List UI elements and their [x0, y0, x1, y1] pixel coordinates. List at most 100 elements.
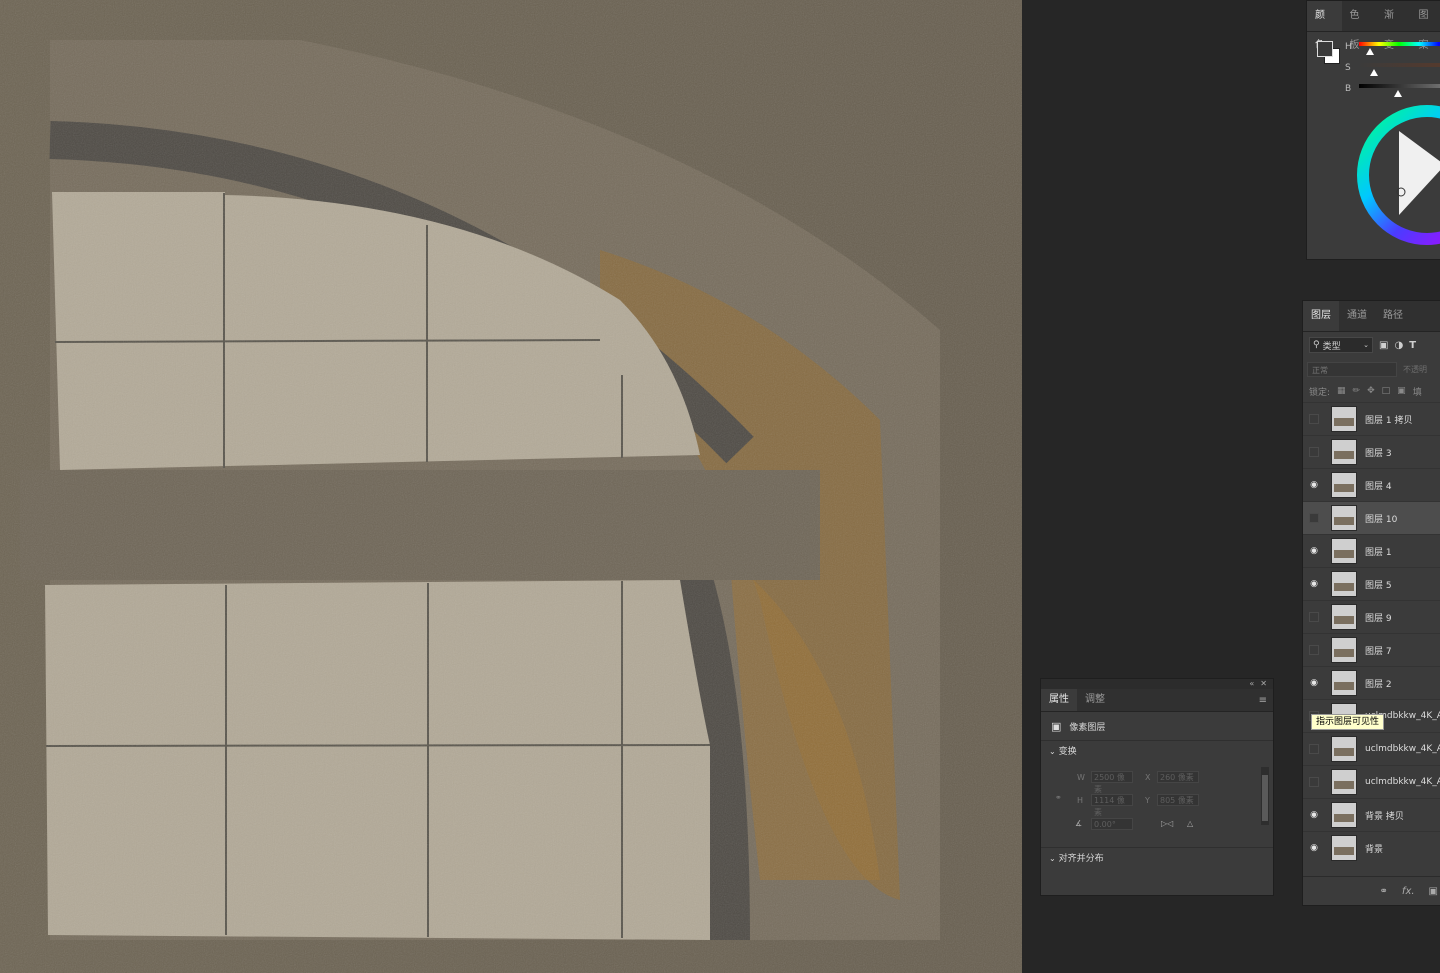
layers-panel: 图层 通道 路径 ⚲ 类型 ⌄ ▣ ◑ T 正常 不透明 锁定: ▦ ✏ ✥ □… [1302, 300, 1440, 906]
visibility-toggle[interactable] [1303, 436, 1325, 469]
scrollbar[interactable] [1261, 767, 1269, 825]
eye-icon[interactable]: ◉ [1303, 832, 1325, 865]
layer-thumbnail [1331, 406, 1357, 432]
hue-slider-thumb[interactable] [1366, 48, 1374, 55]
layer-thumbnail [1331, 472, 1357, 498]
visibility-toggle[interactable] [1303, 634, 1325, 667]
eye-icon[interactable]: ◉ [1303, 799, 1325, 832]
mask-icon[interactable]: ▣ [1429, 886, 1438, 897]
y-field[interactable]: 805 像素 [1157, 794, 1199, 806]
layer-name: 图层 5 [1365, 580, 1392, 591]
visibility-toggle[interactable] [1303, 601, 1325, 634]
flip-vertical-icon[interactable]: △ [1187, 819, 1193, 828]
lock-transparent-icon[interactable]: ▦ [1337, 386, 1346, 396]
x-label: X [1145, 773, 1151, 782]
width-field[interactable]: 2500 像素 [1091, 771, 1133, 794]
layer-name: 背景 [1365, 844, 1384, 855]
texture-artwork [0, 0, 1022, 973]
layer-type-label: 像素图层 [1069, 722, 1106, 733]
visibility-toggle[interactable] [1303, 733, 1325, 766]
layer-row[interactable]: 图层 1 拷贝 [1303, 402, 1440, 435]
layer-row[interactable]: 图层 7 [1303, 633, 1440, 666]
foreground-color-swatch[interactable] [1317, 41, 1333, 57]
layer-name: 图层 4 [1365, 481, 1392, 492]
layer-row[interactable]: ◉ 图层 5 [1303, 567, 1440, 600]
tab-color[interactable]: 颜色 [1307, 1, 1342, 51]
layer-thumbnail [1331, 538, 1357, 564]
panel-menu-icon[interactable]: ≡ [1259, 695, 1267, 706]
layer-row[interactable]: 图层 3 [1303, 435, 1440, 468]
tab-gradients[interactable]: 渐变 [1376, 1, 1411, 51]
layer-name: 图层 9 [1365, 613, 1392, 624]
brightness-slider-thumb[interactable] [1394, 90, 1402, 97]
width-label: W [1077, 773, 1085, 782]
align-section-label: 对齐并分布 [1058, 854, 1104, 864]
scrollbar-thumb[interactable] [1262, 775, 1268, 821]
saturation-slider[interactable] [1359, 63, 1440, 67]
layer-thumbnail [1331, 505, 1357, 531]
layer-thumbnail [1331, 802, 1357, 828]
layer-name: 图层 3 [1365, 448, 1392, 459]
properties-panel: « ✕ 属性 调整 ≡ ▣ 像素图层 ⌄ 变换 ⚭ W 2500 像素 X 26… [1040, 678, 1274, 896]
layer-row[interactable]: uclmdbkkw_4K_Al [1303, 765, 1440, 798]
flip-horizontal-icon[interactable]: ▷◁ [1161, 819, 1173, 828]
collapse-panel-icon[interactable]: « [1249, 679, 1254, 689]
brightness-slider[interactable] [1359, 84, 1440, 88]
eye-icon[interactable]: ◉ [1303, 568, 1325, 601]
tab-swatches[interactable]: 色板 [1342, 1, 1377, 51]
hue-label: H [1345, 42, 1352, 52]
link-icon[interactable]: ⚭ [1380, 886, 1388, 897]
document-canvas[interactable] [0, 0, 1022, 973]
eye-icon[interactable]: ◉ [1303, 667, 1325, 700]
lock-position-icon[interactable]: ✥ [1367, 386, 1375, 396]
lock-artboard-icon[interactable]: □ [1382, 386, 1391, 396]
x-field[interactable]: 260 像素 [1157, 771, 1199, 783]
type-filter-icon[interactable]: T [1409, 340, 1416, 351]
image-filter-icon[interactable]: ▣ [1379, 340, 1388, 351]
eye-icon[interactable]: ◉ [1303, 469, 1325, 502]
tab-paths[interactable]: 路径 [1375, 301, 1411, 331]
close-panel-icon[interactable]: ✕ [1260, 679, 1267, 689]
visibility-toggle[interactable] [1303, 766, 1325, 799]
tab-channels[interactable]: 通道 [1339, 301, 1375, 331]
layer-filter-select[interactable]: ⚲ 类型 ⌄ [1309, 337, 1373, 353]
hue-slider[interactable] [1359, 42, 1440, 46]
visibility-toggle[interactable] [1303, 403, 1325, 436]
layer-row[interactable]: ◉ 背景 拷贝 [1303, 798, 1440, 831]
tab-patterns[interactable]: 图案 [1411, 1, 1440, 51]
layers-panel-tabs: 图层 通道 路径 [1303, 301, 1440, 332]
lock-all-icon[interactable]: ▣ [1397, 386, 1406, 396]
tab-adjustments[interactable]: 调整 [1077, 689, 1113, 711]
layer-row[interactable]: ◉ 图层 2 [1303, 666, 1440, 699]
blend-mode-select[interactable]: 正常 [1307, 361, 1397, 377]
tab-properties[interactable]: 属性 [1041, 689, 1077, 711]
layer-row[interactable]: uclmdbkkw_4K_Al [1303, 732, 1440, 765]
lock-label: 锁定: [1309, 387, 1331, 398]
eye-icon[interactable]: ◉ [1303, 535, 1325, 568]
layer-name: uclmdbkkw_4K_Al [1365, 744, 1440, 754]
layer-list: 图层 1 拷贝 图层 3 ◉ 图层 4 图层 10 ◉ 图层 1 ◉ 图层 5 图层 9 图层 7 ◉… [1303, 402, 1440, 864]
visibility-toggle[interactable] [1303, 502, 1325, 535]
align-section-header[interactable]: ⌄ 对齐并分布 [1041, 847, 1273, 870]
color-wheel[interactable] [1355, 105, 1440, 245]
layer-thumbnail [1331, 439, 1357, 465]
height-field[interactable]: 1114 像素 [1091, 794, 1133, 817]
angle-icon: ∡ [1075, 819, 1083, 828]
layer-row[interactable]: ◉ 图层 1 [1303, 534, 1440, 567]
angle-field[interactable]: 0.00° [1091, 818, 1133, 830]
adjustment-filter-icon[interactable]: ◑ [1394, 340, 1403, 351]
transform-section-header[interactable]: ⌄ 变换 [1041, 740, 1273, 763]
chevron-down-icon: ⌄ [1049, 747, 1056, 756]
tab-layers[interactable]: 图层 [1303, 301, 1339, 331]
saturation-slider-thumb[interactable] [1370, 69, 1378, 76]
fx-icon[interactable]: fx. [1402, 886, 1415, 897]
layer-name: 图层 7 [1365, 646, 1392, 657]
layer-row[interactable]: ◉ 背景 [1303, 831, 1440, 864]
layer-row[interactable]: 图层 10 [1303, 501, 1440, 534]
height-label: H [1077, 796, 1084, 805]
lock-paint-icon[interactable]: ✏ [1353, 386, 1361, 396]
layer-row[interactable]: ◉ 图层 4 [1303, 468, 1440, 501]
link-dimensions-icon[interactable]: ⚭ [1055, 793, 1062, 802]
color-panel-tabs: 颜色 色板 渐变 图案 [1307, 1, 1440, 51]
layer-row[interactable]: 图层 9 [1303, 600, 1440, 633]
